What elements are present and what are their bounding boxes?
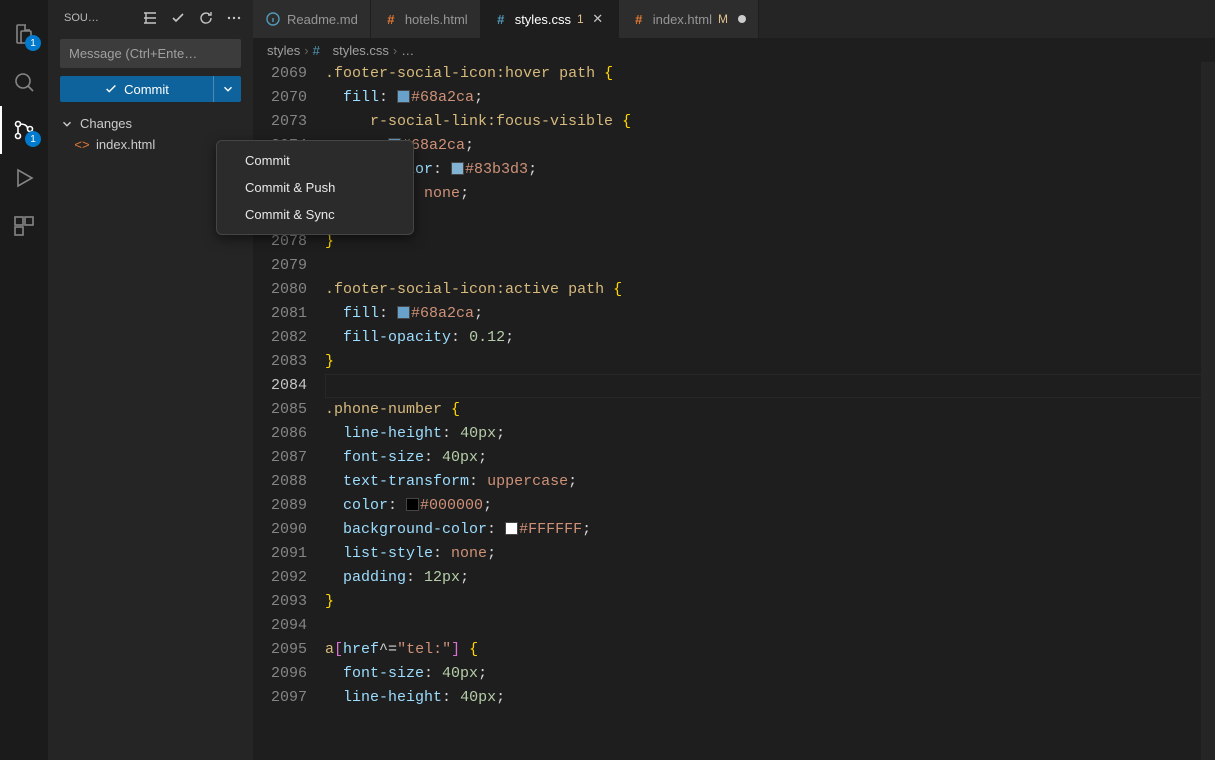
menu-item-commit[interactable]: Commit	[217, 147, 413, 174]
more-icon[interactable]	[223, 7, 245, 29]
explorer-badge: 1	[25, 35, 41, 51]
breadcrumb-folder: styles	[267, 43, 300, 58]
tab-modified-badge: 1	[577, 12, 584, 26]
menu-item-commit-push[interactable]: Commit & Push	[217, 174, 413, 201]
breadcrumb[interactable]: styles › # styles.css › …	[253, 38, 1215, 62]
hash-icon: #	[631, 11, 647, 27]
chevron-down-icon	[60, 117, 74, 131]
check-icon[interactable]	[167, 7, 189, 29]
tab-index-html[interactable]: # index.html M	[619, 0, 759, 38]
tab-label: Readme.md	[287, 12, 358, 27]
chevron-right-icon: ›	[393, 43, 397, 58]
activity-source-control[interactable]: 1	[0, 106, 48, 154]
close-icon[interactable]: ✕	[590, 11, 606, 27]
activity-search[interactable]	[0, 58, 48, 106]
tab-label: hotels.html	[405, 12, 468, 27]
breadcrumb-file: styles.css	[333, 43, 389, 58]
editor-tabs: Readme.md # hotels.html # styles.css 1 ✕ # index…	[253, 0, 1215, 38]
css-file-icon: #	[313, 42, 329, 58]
changes-label: Changes	[80, 116, 132, 131]
tab-label: index.html	[653, 12, 712, 27]
commit-context-menu: CommitCommit & PushCommit & Sync	[216, 140, 414, 235]
tab-label: styles.css	[515, 12, 571, 27]
commit-split-button[interactable]	[213, 76, 241, 102]
commit-message-input[interactable]: Message (Ctrl+Ente…	[60, 39, 241, 68]
activity-extensions[interactable]	[0, 202, 48, 250]
chevron-right-icon: ›	[304, 43, 308, 58]
scm-badge: 1	[25, 131, 41, 147]
hash-icon: #	[493, 11, 509, 27]
activity-debug[interactable]	[0, 154, 48, 202]
tab-Readme-md[interactable]: Readme.md	[253, 0, 371, 38]
tab-modified-badge: M	[718, 12, 728, 26]
breadcrumb-tail: …	[401, 43, 414, 58]
change-file-label: index.html	[96, 137, 155, 152]
scm-header: SOU…	[48, 0, 253, 35]
changes-section[interactable]: Changes	[48, 112, 253, 135]
code-content: .footer-social-icon:hover path { fill: #…	[325, 62, 1215, 760]
html-file-icon: <>	[74, 137, 90, 152]
scm-title: SOU…	[64, 12, 133, 24]
minimap[interactable]	[1201, 62, 1215, 760]
editor: Readme.md # hotels.html # styles.css 1 ✕ # index…	[253, 0, 1215, 760]
activity-bar: 1 1	[0, 0, 48, 760]
hash-icon: #	[383, 11, 399, 27]
unsaved-dot-icon	[738, 15, 746, 23]
source-control-panel: SOU… Message (Ctrl+Ente… Commit Changes …	[48, 0, 253, 760]
refresh-icon[interactable]	[195, 7, 217, 29]
tab-hotels-html[interactable]: # hotels.html	[371, 0, 481, 38]
commit-button[interactable]: Commit	[60, 76, 213, 102]
view-tree-icon[interactable]	[139, 7, 161, 29]
commit-button-label: Commit	[124, 82, 169, 97]
info-icon	[265, 11, 281, 27]
tab-styles-css[interactable]: # styles.css 1 ✕	[481, 0, 619, 38]
activity-explorer[interactable]: 1	[0, 10, 48, 58]
menu-item-commit-sync[interactable]: Commit & Sync	[217, 201, 413, 228]
